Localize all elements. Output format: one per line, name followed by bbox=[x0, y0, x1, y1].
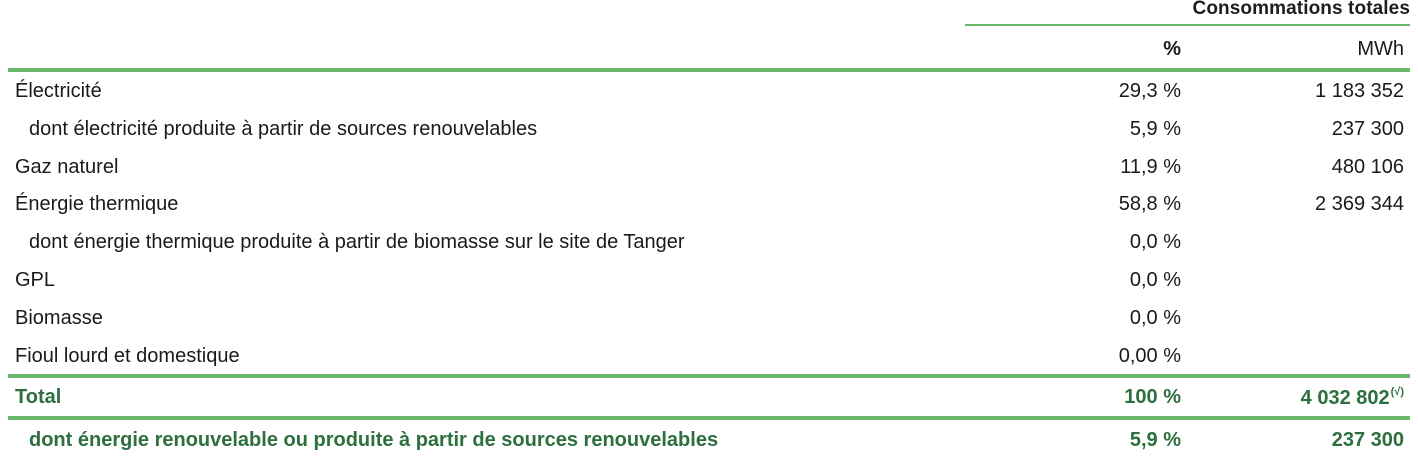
row-mwh: 480 106 bbox=[1331, 155, 1404, 178]
column-header-percent: % bbox=[1163, 38, 1181, 60]
total-mwh: 4 032 802 bbox=[1300, 387, 1390, 410]
energy-consumption-table: Consommations totales % MWh Électricité … bbox=[8, 0, 1410, 458]
row-percent: 0,0 % bbox=[1129, 231, 1181, 254]
row-mwh: 2 369 344 bbox=[1315, 193, 1404, 216]
group-header: Consommations totales bbox=[8, 0, 1410, 26]
total-percent: 100 % bbox=[1124, 386, 1181, 409]
table-row-fioul: Fioul lourd et domestique 0,00 % bbox=[8, 337, 1410, 375]
table-row-electricite-renouvelable: dont électricité produite à partir de so… bbox=[8, 110, 1410, 148]
row-mwh: 1 183 352 bbox=[1315, 80, 1404, 102]
table-row-biomasse: Biomasse 0,0 % bbox=[8, 299, 1410, 337]
row-percent: 0,0 % bbox=[1129, 268, 1181, 291]
total-label: Total bbox=[15, 386, 62, 409]
verified-note-marker: (√) bbox=[1390, 386, 1404, 399]
table-row-gpl: GPL 0,0 % bbox=[8, 261, 1410, 299]
row-percent: 58,8 % bbox=[1118, 193, 1181, 216]
row-label: Gaz naturel bbox=[15, 155, 119, 178]
row-label: dont électricité produite à partir de so… bbox=[29, 117, 538, 140]
row-percent: 0,0 % bbox=[1129, 306, 1181, 329]
renewable-percent: 5,9 % bbox=[1129, 429, 1181, 452]
total-mwh-cell: 4 032 802(√) bbox=[1301, 386, 1404, 410]
renewable-mwh: 237 300 bbox=[1331, 429, 1404, 452]
table-row-energie-thermique-biomasse: dont énergie thermique produite à partir… bbox=[8, 223, 1410, 261]
column-header-row: % MWh bbox=[8, 26, 1410, 72]
row-label: Électricité bbox=[15, 80, 102, 102]
row-percent: 5,9 % bbox=[1129, 117, 1181, 140]
row-label: Fioul lourd et domestique bbox=[15, 344, 240, 367]
table-row-total: Total 100 % 4 032 802(√) bbox=[8, 374, 1410, 421]
column-header-mwh: MWh bbox=[1357, 38, 1404, 60]
table-row-gaz-naturel: Gaz naturel 11,9 % 480 106 bbox=[8, 148, 1410, 186]
table-row-renewable: dont énergie renouvelable ou produite à … bbox=[8, 420, 1410, 458]
row-percent: 0,00 % bbox=[1118, 344, 1181, 367]
row-label: dont énergie thermique produite à partir… bbox=[29, 231, 685, 254]
row-percent: 11,9 % bbox=[1120, 155, 1181, 178]
table-row-energie-thermique: Énergie thermique 58,8 % 2 369 344 bbox=[8, 185, 1410, 223]
renewable-label: dont énergie renouvelable ou produite à … bbox=[29, 429, 719, 452]
row-label: GPL bbox=[15, 268, 56, 291]
row-percent: 29,3 % bbox=[1118, 80, 1181, 102]
row-label: Biomasse bbox=[15, 306, 103, 329]
table-row-electricite: Électricité 29,3 % 1 183 352 bbox=[8, 72, 1410, 110]
row-mwh: 237 300 bbox=[1331, 117, 1404, 140]
row-label: Énergie thermique bbox=[15, 193, 179, 216]
group-header-title: Consommations totales bbox=[1192, 0, 1410, 19]
